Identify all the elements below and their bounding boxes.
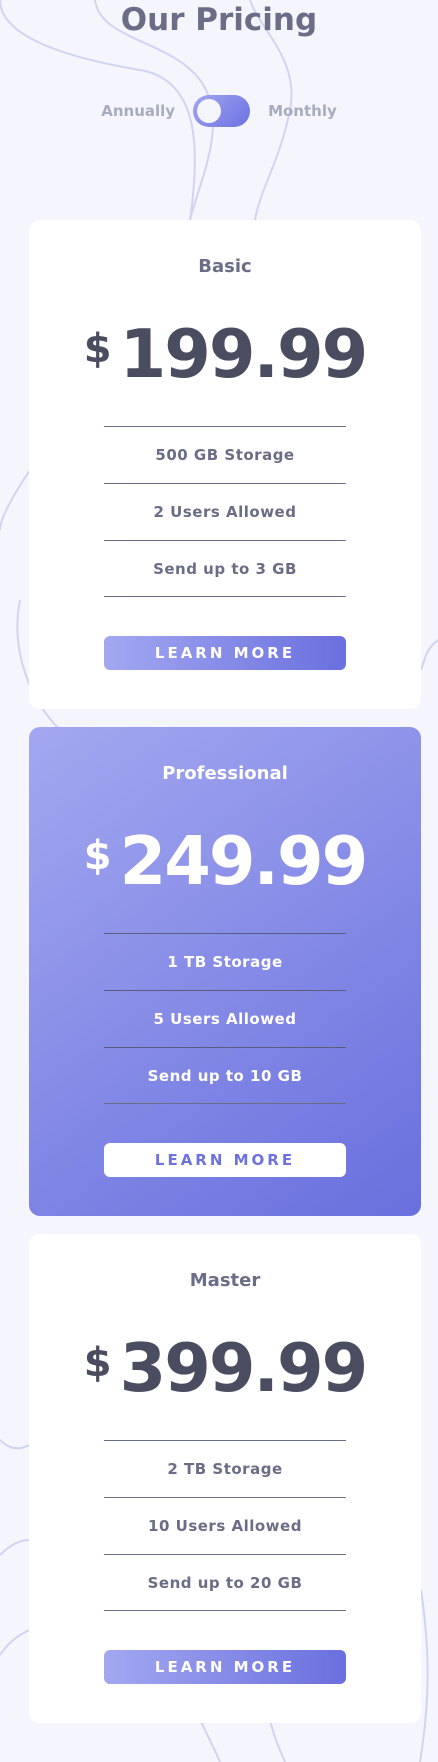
plan-price: $ 249.99: [29, 821, 421, 901]
feature-list: 1 TB Storage 5 Users Allowed Send up to …: [104, 933, 346, 1104]
price-amount: 199.99: [119, 315, 369, 393]
feature-item: 2 Users Allowed: [104, 483, 346, 540]
annually-label[interactable]: Annually: [101, 102, 175, 120]
feature-list: 500 GB Storage 2 Users Allowed Send up t…: [104, 426, 346, 597]
price-amount: 249.99: [119, 822, 369, 900]
monthly-label[interactable]: Monthly: [268, 102, 337, 120]
plan-name: Master: [189, 1270, 261, 1291]
learn-more-button[interactable]: LEARN MORE: [104, 636, 346, 670]
currency-symbol: $: [83, 833, 112, 879]
learn-more-button[interactable]: LEARN MORE: [104, 1143, 346, 1177]
plan-card-professional: Professional $ 249.99 1 TB Storage 5 Use…: [29, 727, 421, 1216]
learn-more-button[interactable]: LEARN MORE: [104, 1650, 346, 1684]
plan-name: Professional: [162, 763, 288, 784]
toggle-knob: [197, 99, 222, 123]
price-amount: 399.99: [119, 1329, 369, 1407]
plan-name: Basic: [198, 256, 252, 277]
page-title: Our Pricing: [120, 2, 318, 38]
feature-item: Send up to 3 GB: [104, 540, 346, 597]
plan-card-master: Master $ 399.99 2 TB Storage 10 Users Al…: [29, 1234, 421, 1723]
currency-symbol: $: [83, 1340, 112, 1386]
feature-item: 1 TB Storage: [104, 933, 346, 990]
feature-item: 10 Users Allowed: [104, 1497, 346, 1554]
billing-toggle[interactable]: [193, 95, 251, 127]
feature-item: 2 TB Storage: [104, 1440, 346, 1497]
plan-price: $ 399.99: [29, 1328, 421, 1408]
plan-card-basic: Basic $ 199.99 500 GB Storage 2 Users Al…: [29, 220, 421, 709]
feature-item: 500 GB Storage: [104, 426, 346, 483]
feature-list: 2 TB Storage 10 Users Allowed Send up to…: [104, 1440, 346, 1611]
plan-price: $ 199.99: [29, 314, 421, 394]
feature-item: Send up to 20 GB: [104, 1554, 346, 1611]
feature-item: 5 Users Allowed: [104, 990, 346, 1047]
billing-toggle-row: Annually Monthly: [0, 94, 438, 128]
feature-item: Send up to 10 GB: [104, 1047, 346, 1104]
currency-symbol: $: [83, 326, 112, 372]
